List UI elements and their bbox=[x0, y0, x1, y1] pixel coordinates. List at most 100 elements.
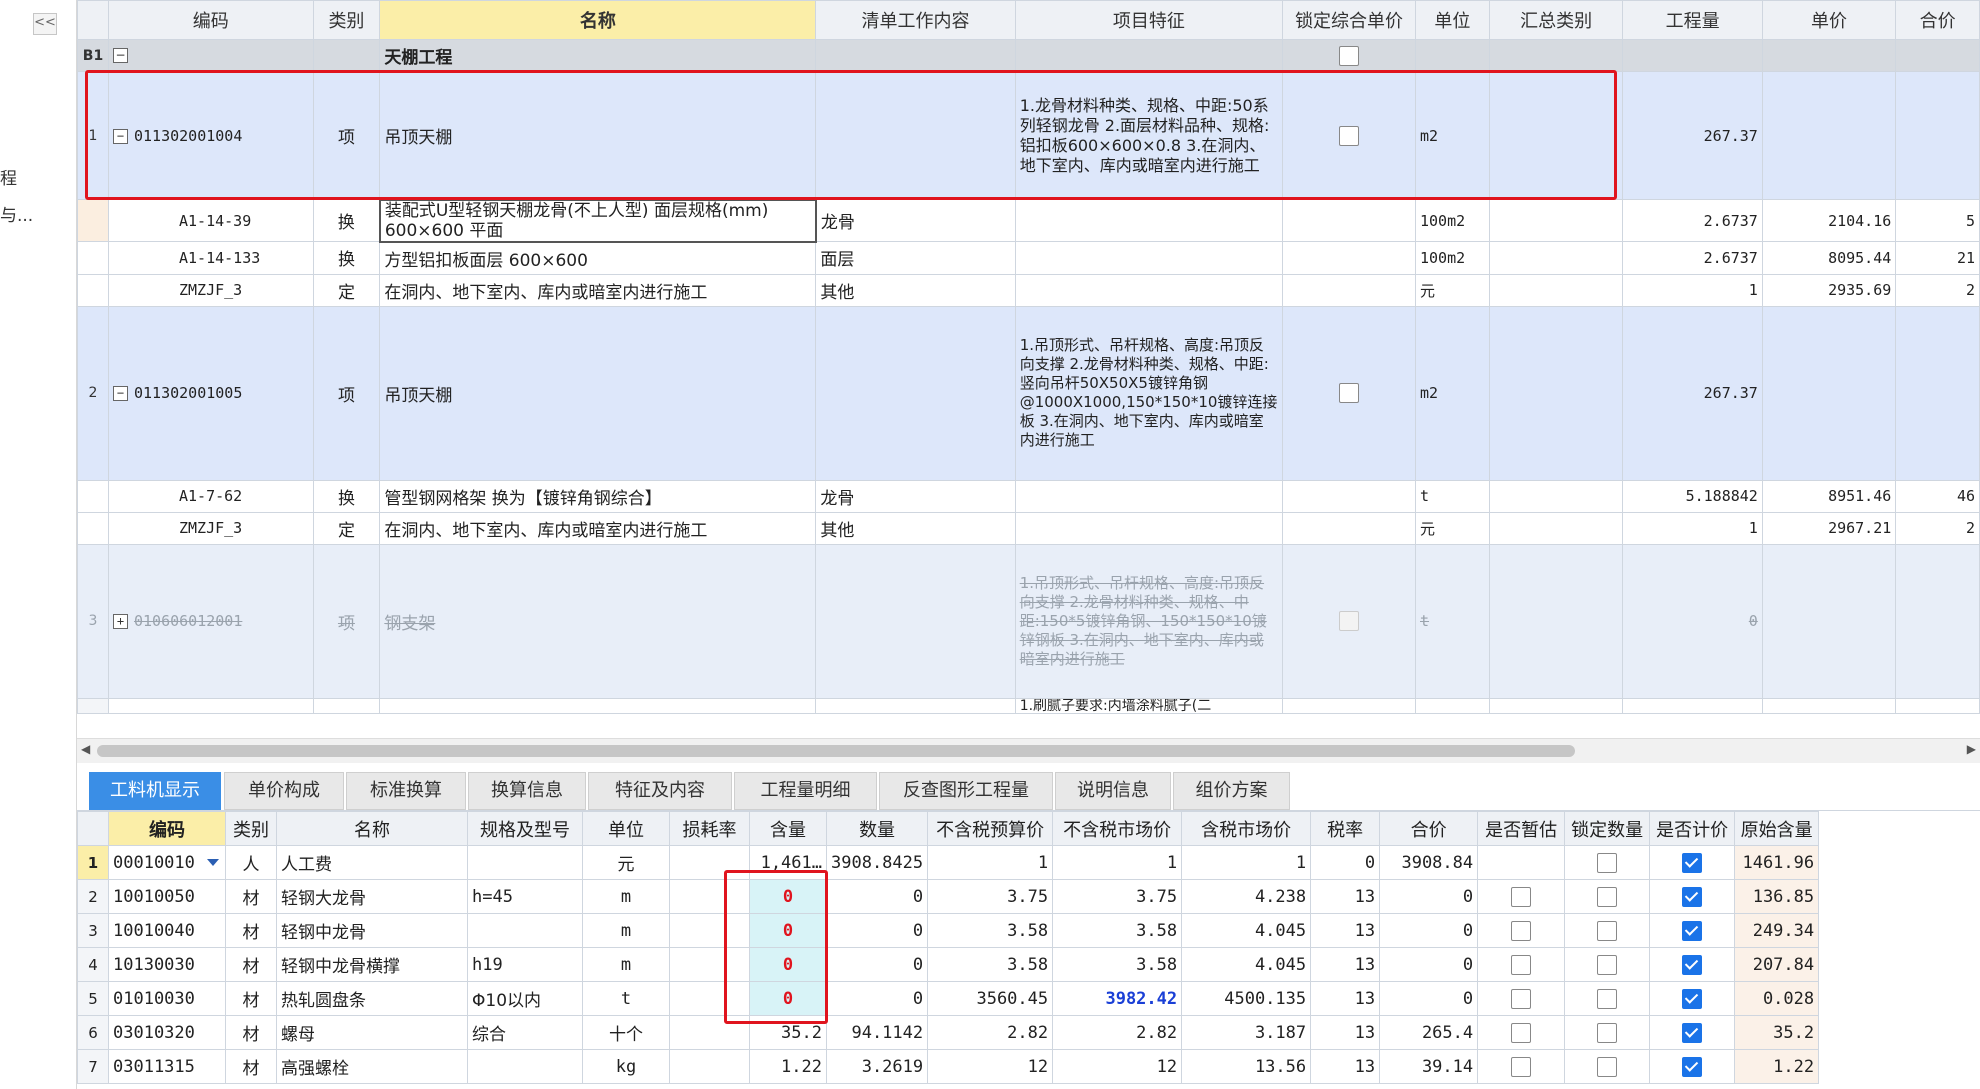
col-tax-rate[interactable]: 税率 bbox=[1310, 811, 1381, 846]
collapse-sidebar-button[interactable]: << bbox=[33, 13, 57, 35]
total-cell[interactable]: 265.4 bbox=[1379, 1015, 1479, 1050]
tab-conversion-info[interactable]: 换算信息 bbox=[468, 772, 586, 810]
col-total[interactable]: 合价 bbox=[1895, 0, 1980, 40]
sub-unit[interactable]: 100m2 bbox=[1415, 199, 1490, 242]
item-feature[interactable]: 1.龙骨材料种类、规格、中距:50系列轻钢龙骨 2.面层材料品种、规格:铝扣板6… bbox=[1014, 71, 1284, 200]
spec-cell[interactable] bbox=[467, 845, 583, 880]
sub-name[interactable]: 管型钢网格架 换为【镀锌角钢综合】 bbox=[379, 479, 817, 513]
name-cell[interactable]: 螺母 bbox=[276, 1015, 468, 1050]
code-cell[interactable]: 10130030 bbox=[108, 947, 226, 982]
lock-qty-checkbox[interactable] bbox=[1597, 852, 1618, 873]
priced-checkbox[interactable] bbox=[1682, 852, 1703, 873]
total-cell[interactable]: 0 bbox=[1379, 981, 1479, 1016]
market-price-tax-cell[interactable]: 3.187 bbox=[1181, 1015, 1312, 1050]
spec-cell[interactable]: h=45 bbox=[467, 879, 583, 914]
sub-name[interactable]: 在洞内、地下室内、库内或暗室内进行施工 bbox=[379, 273, 817, 307]
budget-price-cell[interactable]: 3.75 bbox=[927, 879, 1054, 914]
lock-qty-checkbox[interactable] bbox=[1597, 886, 1618, 907]
sub-price[interactable]: 2104.16 bbox=[1761, 199, 1897, 242]
col-work-content[interactable]: 清单工作内容 bbox=[815, 0, 1016, 40]
item-name[interactable]: 吊顶天棚 bbox=[379, 71, 817, 200]
tab-description[interactable]: 说明信息 bbox=[1055, 772, 1171, 810]
lock-price-checkbox[interactable] bbox=[1339, 611, 1360, 631]
lock-price-checkbox[interactable] bbox=[1339, 45, 1360, 66]
type-cell[interactable]: 材 bbox=[225, 947, 277, 982]
tax-cell[interactable]: 13 bbox=[1310, 981, 1381, 1016]
total-cell[interactable]: 0 bbox=[1379, 947, 1479, 982]
item-code[interactable]: +010606012001 bbox=[107, 543, 314, 699]
col-market-price[interactable]: 不含税市场价 bbox=[1052, 811, 1183, 846]
type-cell[interactable]: 材 bbox=[225, 879, 277, 914]
table-row[interactable]: 2 10010050 材 轻钢大龙骨 h=45 m 0 0 3.75 3.75 … bbox=[77, 879, 1820, 914]
code-cell[interactable]: 10010050 bbox=[108, 879, 226, 914]
collapse-icon[interactable]: − bbox=[112, 128, 128, 144]
item-name[interactable]: 吊顶天棚 bbox=[379, 305, 817, 481]
content-cell[interactable]: 1,461… bbox=[749, 845, 827, 880]
market-price-tax-cell[interactable]: 4500.135 bbox=[1181, 981, 1312, 1016]
spec-cell[interactable] bbox=[467, 913, 583, 948]
name-cell[interactable]: 轻钢中龙骨横撑 bbox=[276, 947, 468, 982]
col-unit-price[interactable]: 单价 bbox=[1761, 0, 1897, 40]
horizontal-scrollbar[interactable]: ◀ ▶ bbox=[77, 738, 1980, 763]
priced-checkbox[interactable] bbox=[1682, 920, 1703, 941]
loss-cell[interactable] bbox=[669, 879, 750, 914]
sub-total[interactable]: 5 bbox=[1895, 199, 1980, 242]
amount-cell[interactable]: 0 bbox=[825, 981, 929, 1016]
spec-cell[interactable]: h19 bbox=[467, 947, 583, 982]
market-price-tax-cell[interactable]: 4.045 bbox=[1181, 947, 1312, 982]
table-row[interactable]: A1-14-39 换 装配式U型轻钢天棚龙骨(不上人型) 面层规格(mm) 60… bbox=[77, 198, 1980, 243]
expand-icon[interactable]: + bbox=[112, 614, 128, 629]
budget-price-cell[interactable]: 1 bbox=[927, 845, 1054, 880]
tax-cell[interactable]: 13 bbox=[1310, 879, 1381, 914]
col-type[interactable]: 类别 bbox=[312, 0, 381, 40]
table-row[interactable]: 4 10130030 材 轻钢中龙骨横撑 h19 m 0 0 3.58 3.58… bbox=[77, 947, 1820, 982]
sub-total[interactable]: 46 bbox=[1895, 479, 1980, 513]
market-price-tax-cell[interactable]: 1 bbox=[1181, 845, 1312, 880]
tab-labor-materials[interactable]: 工料机显示 bbox=[89, 772, 221, 810]
loss-cell[interactable] bbox=[669, 1015, 750, 1050]
scrollbar-thumb[interactable] bbox=[97, 745, 1575, 757]
market-price-cell[interactable]: 3.58 bbox=[1052, 947, 1183, 982]
market-price-cell[interactable]: 3.58 bbox=[1052, 913, 1183, 948]
content-cell[interactable]: 35.2 bbox=[749, 1015, 827, 1050]
tab-quantity-detail[interactable]: 工程量明细 bbox=[734, 772, 877, 810]
tax-cell[interactable]: 13 bbox=[1310, 1049, 1381, 1084]
sub-work[interactable]: 龙骨 bbox=[815, 199, 1016, 242]
market-price-cell[interactable]: 1 bbox=[1052, 845, 1183, 880]
lock-qty-checkbox[interactable] bbox=[1597, 1056, 1618, 1077]
sub-quantity[interactable]: 1 bbox=[1622, 511, 1763, 545]
priced-checkbox[interactable] bbox=[1682, 988, 1703, 1009]
item-name[interactable]: 钢支架 bbox=[379, 543, 817, 699]
tax-cell[interactable]: 13 bbox=[1310, 947, 1381, 982]
sub-code[interactable]: ZMZJF_3 bbox=[107, 511, 314, 545]
content-cell[interactable]: 0 bbox=[749, 947, 827, 982]
sub-quantity[interactable]: 1 bbox=[1622, 273, 1763, 307]
sub-price[interactable]: 8095.44 bbox=[1761, 241, 1897, 275]
col-amount[interactable]: 数量 bbox=[825, 811, 929, 846]
col-priced[interactable]: 是否计价 bbox=[1649, 811, 1736, 846]
total-cell[interactable]: 0 bbox=[1379, 879, 1479, 914]
provisional-checkbox[interactable] bbox=[1511, 988, 1532, 1009]
provisional-checkbox[interactable] bbox=[1511, 1056, 1532, 1077]
col-code[interactable]: 编码 bbox=[107, 0, 314, 40]
tab-price-composition[interactable]: 单价构成 bbox=[224, 772, 344, 810]
amount-cell[interactable]: 3908.8425 bbox=[825, 845, 929, 880]
code-dropdown[interactable]: 00010010 bbox=[108, 845, 226, 880]
budget-price-cell[interactable]: 3560.45 bbox=[927, 981, 1054, 1016]
priced-checkbox[interactable] bbox=[1682, 1022, 1703, 1043]
spec-cell[interactable]: Φ10以内 bbox=[467, 981, 583, 1016]
lock-price-checkbox[interactable] bbox=[1339, 383, 1360, 403]
type-cell[interactable]: 材 bbox=[225, 913, 277, 948]
sub-unit[interactable]: 100m2 bbox=[1415, 241, 1490, 275]
sub-work[interactable]: 龙骨 bbox=[815, 479, 1016, 513]
sidebar-label-1[interactable]: 程 bbox=[0, 164, 17, 189]
type-cell[interactable]: 人 bbox=[225, 845, 277, 880]
col-loss[interactable]: 损耗率 bbox=[669, 811, 750, 846]
type-cell[interactable]: 材 bbox=[225, 1015, 277, 1050]
item-quantity[interactable]: 267.37 bbox=[1622, 71, 1763, 200]
market-price-tax-cell[interactable]: 13.56 bbox=[1181, 1049, 1312, 1084]
col-name[interactable]: 名称 bbox=[379, 0, 817, 40]
col-budget-price[interactable]: 不含税预算价 bbox=[927, 811, 1054, 846]
provisional-checkbox[interactable] bbox=[1511, 954, 1532, 975]
col-quantity[interactable]: 工程量 bbox=[1622, 0, 1763, 40]
